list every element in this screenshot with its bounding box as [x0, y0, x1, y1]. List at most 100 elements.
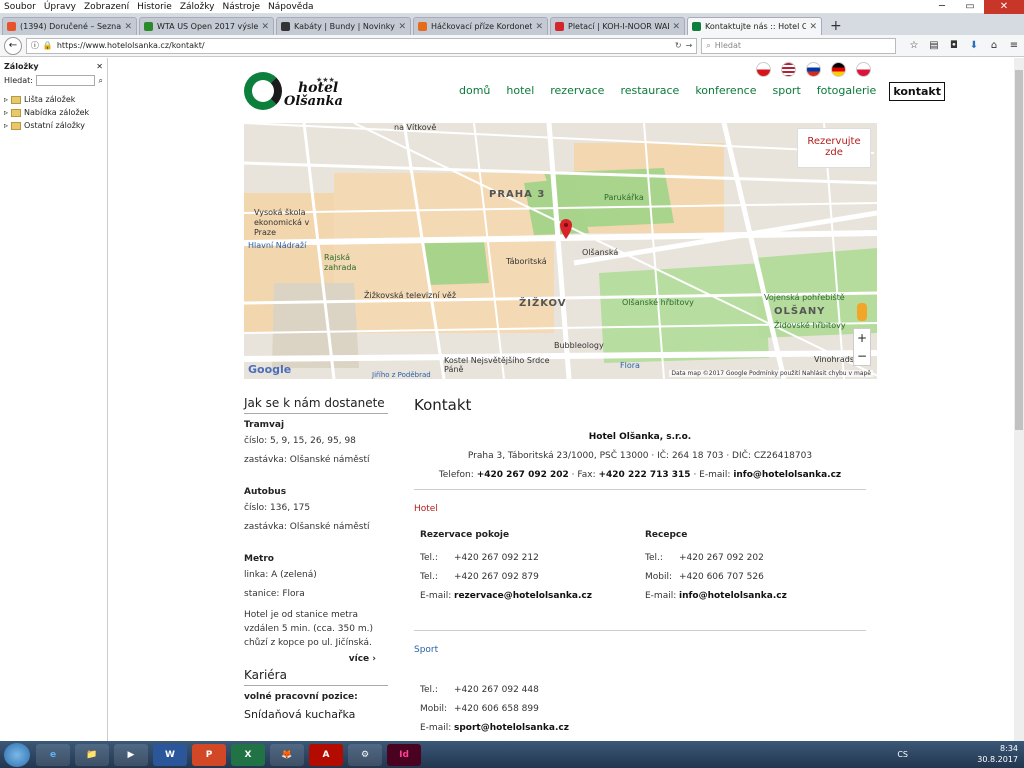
new-tab-button[interactable]: +: [824, 17, 848, 35]
expand-icon[interactable]: ▹: [4, 95, 8, 104]
ie-icon[interactable]: e: [36, 743, 70, 766]
excel-icon[interactable]: X: [231, 743, 265, 766]
street-view-icon[interactable]: [857, 303, 867, 321]
nav-restaurace[interactable]: restaurace: [617, 82, 682, 101]
close-tab-icon[interactable]: ✕: [809, 22, 817, 32]
row-key: Tel.:: [420, 685, 438, 695]
media-player-icon[interactable]: ▶: [114, 743, 148, 766]
row-value: info@hotelolsanka.cz: [679, 591, 787, 601]
sidebar-search-input[interactable]: [35, 75, 95, 86]
pocket-icon[interactable]: ◘: [944, 40, 964, 51]
close-sidebar-icon[interactable]: ✕: [96, 62, 103, 71]
tab-kohinoor[interactable]: Pletací | KOH-I-NOOR WALD ✕: [550, 17, 685, 35]
nav-rezervace[interactable]: rezervace: [547, 82, 607, 101]
flag-poland-icon[interactable]: [856, 62, 871, 77]
flag-us-icon[interactable]: [781, 62, 796, 77]
menu-nastroje[interactable]: Nástroje: [218, 2, 264, 12]
tab-wta[interactable]: WTA US Open 2017 výsledky✕: [139, 17, 274, 35]
info-icon[interactable]: ⓘ: [31, 40, 39, 51]
nav-sport[interactable]: sport: [769, 82, 803, 101]
minimize-icon[interactable]: ─: [928, 0, 956, 14]
nav-hotel[interactable]: hotel: [503, 82, 537, 101]
close-icon[interactable]: ✕: [984, 0, 1024, 14]
tab-kordonet[interactable]: Háčkovací příze Kordonet 30✕: [413, 17, 548, 35]
nav-fotogalerie[interactable]: fotogalerie: [814, 82, 880, 101]
sidebar-item-nabidka[interactable]: ▹ Nabídka záložek: [4, 108, 103, 117]
zoom-out-icon[interactable]: −: [854, 347, 870, 365]
flag-czech-icon[interactable]: [756, 62, 771, 77]
settings-icon[interactable]: ⚙: [348, 743, 382, 766]
toolbar-icons: ☆ ▤ ◘ ⬇ ⌂ ≡: [904, 40, 1024, 51]
menu-zalozky[interactable]: Záložky: [176, 2, 219, 12]
reservation-email-link[interactable]: rezervace@hotelolsanka.cz: [454, 591, 592, 601]
page-scrollbar[interactable]: [1014, 58, 1024, 741]
acrobat-icon[interactable]: A: [309, 743, 343, 766]
nav-konference[interactable]: konference: [692, 82, 759, 101]
explorer-icon[interactable]: 📁: [75, 743, 109, 766]
menu-zobrazeni[interactable]: Zobrazení: [80, 2, 133, 12]
reading-list-icon[interactable]: ▤: [924, 40, 944, 51]
close-tab-icon[interactable]: ✕: [261, 22, 269, 32]
sidebar-item-lista[interactable]: ▹ Lišta záložek: [4, 95, 103, 104]
career-title: Kariéra: [244, 668, 388, 686]
expand-icon[interactable]: ▹: [4, 108, 8, 117]
menu-historie[interactable]: Historie: [133, 2, 176, 12]
sidebar-item-ostatni[interactable]: ▹ Ostatní záložky: [4, 121, 103, 130]
folder-icon: [11, 121, 22, 130]
map-label: Olšanská: [582, 248, 619, 257]
tram-numbers: číslo: 5, 9, 15, 26, 95, 98: [244, 436, 356, 446]
menu-soubor[interactable]: Soubor: [0, 2, 40, 12]
career-item[interactable]: Snídaňová kuchařka: [244, 708, 388, 721]
star-icon[interactable]: ☆: [904, 40, 924, 51]
maximize-icon[interactable]: ▭: [956, 0, 984, 14]
address-bar[interactable]: ⓘ 🔒 https://www.hotelolsanka.cz/kontakt/…: [25, 37, 698, 54]
start-button[interactable]: [4, 742, 30, 767]
go-arrow-icon[interactable]: →: [686, 41, 693, 50]
menu-icon[interactable]: ≡: [1004, 40, 1024, 51]
reload-icon[interactable]: ↻: [675, 41, 682, 50]
row-value: +420 267 092 879: [454, 572, 539, 582]
close-tab-icon[interactable]: ✕: [535, 22, 543, 32]
word-icon[interactable]: W: [153, 743, 187, 766]
reception-email-link[interactable]: info@hotelolsanka.cz: [679, 591, 787, 601]
back-button[interactable]: ←: [4, 36, 22, 55]
firefox-icon[interactable]: 🦊: [270, 743, 304, 766]
menu-napoveda[interactable]: Nápověda: [264, 2, 318, 12]
flag-russia-icon[interactable]: [806, 62, 821, 77]
close-tab-icon[interactable]: ✕: [672, 22, 680, 32]
close-tab-icon[interactable]: ✕: [124, 22, 132, 32]
close-tab-icon[interactable]: ✕: [398, 22, 406, 32]
hotel-section-heading: Hotel: [414, 504, 438, 514]
map-label: Jiřího z Poděbrad: [372, 371, 431, 379]
powerpoint-icon[interactable]: P: [192, 743, 226, 766]
hotel-contacts: Rezervace pokoje Tel.: +420 267 092 212 T…: [414, 530, 866, 610]
google-map[interactable]: na Vítkově PRAHA 3 ŽIŽKOV OLŠANY Vysoká …: [244, 123, 877, 379]
more-link[interactable]: více ›: [244, 654, 376, 664]
download-icon[interactable]: ⬇: [964, 40, 984, 51]
menu-upravy[interactable]: Úpravy: [40, 2, 80, 12]
sport-email-link[interactable]: sport@hotelolsanka.cz: [454, 723, 569, 733]
contact-row: Mobil: +420 606 658 899: [420, 704, 639, 714]
map-label: Parukářka: [604, 193, 644, 202]
zoom-in-icon[interactable]: +: [854, 329, 870, 347]
language-indicator[interactable]: CS: [897, 749, 908, 760]
indesign-icon[interactable]: Id: [387, 743, 421, 766]
nav-domu[interactable]: domů: [456, 82, 493, 101]
tab-hotel-olsanka[interactable]: Kontaktujte nás :: Hotel Olšan✕: [687, 17, 822, 35]
reserve-here-button[interactable]: Rezervujte zde: [797, 128, 871, 168]
hotel-logo[interactable]: ★★★ hotel Olšanka: [244, 72, 344, 112]
tab-kabaty[interactable]: Kabáty | Bundy | Novinky | O✕: [276, 17, 411, 35]
home-icon[interactable]: ⌂: [984, 40, 1004, 51]
tab-seznam[interactable]: (1394) Doručené – Seznam E✕: [2, 17, 137, 35]
flag-germany-icon[interactable]: [831, 62, 846, 77]
search-input[interactable]: ⌕ Hledat: [701, 37, 896, 54]
nav-kontakt[interactable]: kontakt: [889, 82, 945, 101]
map-label: PRAHA 3: [489, 189, 546, 200]
clock-date[interactable]: 30.8.2017: [977, 754, 1018, 765]
scrollbar-thumb[interactable]: [1015, 70, 1023, 430]
contact-row: Tel.: +420 267 092 879: [420, 572, 639, 582]
clock-time[interactable]: 8:34: [977, 743, 1018, 754]
email-link[interactable]: info@hotelolsanka.cz: [733, 470, 841, 480]
expand-icon[interactable]: ▹: [4, 121, 8, 130]
row-key: E-mail:: [645, 591, 677, 601]
